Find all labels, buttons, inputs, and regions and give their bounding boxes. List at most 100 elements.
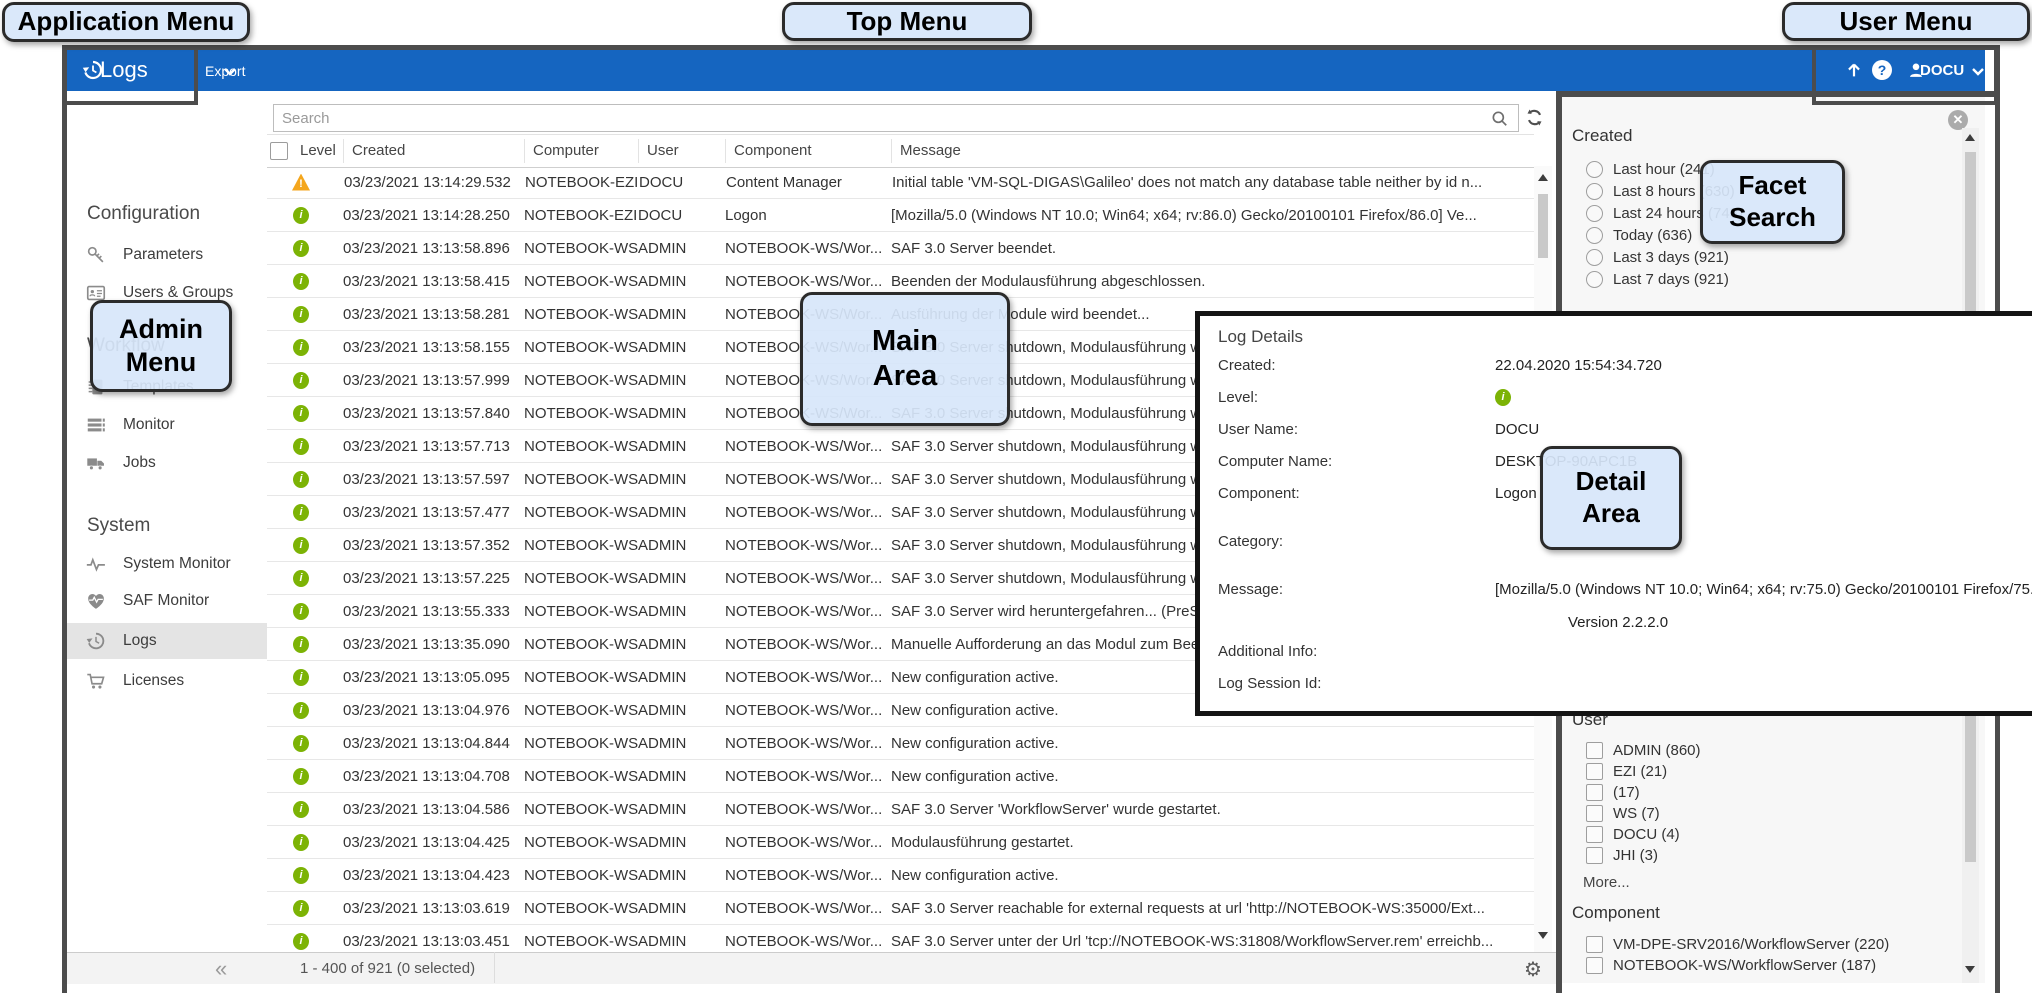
cell-computer: NOTEBOOK-EZI (524, 207, 638, 224)
table-row[interactable]: 03/23/2021 13:13:04.844 NOTEBOOK-WS ADMI… (267, 727, 1534, 760)
log-details-title: Log Details (1218, 327, 1303, 347)
refresh-icon[interactable] (1523, 106, 1546, 129)
scrollbar-thumb[interactable] (1538, 194, 1548, 258)
facet-option[interactable]: WS (7) (1578, 803, 1908, 824)
cell-computer: NOTEBOOK-EZI (525, 174, 639, 191)
level-icon (293, 702, 309, 719)
table-row[interactable]: 03/23/2021 13:13:04.423 NOTEBOOK-WS ADMI… (267, 859, 1534, 892)
checkbox-icon[interactable] (1586, 742, 1603, 759)
facet-option[interactable]: DOCU (4) (1578, 824, 1908, 845)
facet-option[interactable]: Last 3 days (921) (1578, 246, 1908, 268)
gear-icon[interactable]: ⚙ (1524, 957, 1542, 982)
cell-user: ADMIN (638, 504, 725, 521)
facet-option[interactable]: JHI (3) (1578, 845, 1908, 866)
sidebar-item-logs[interactable]: Logs (67, 623, 285, 659)
help-icon[interactable]: ? (1872, 60, 1892, 80)
table-row[interactable]: 03/23/2021 13:13:58.896 NOTEBOOK-WS ADMI… (267, 232, 1534, 265)
checkbox-icon[interactable] (1586, 805, 1603, 822)
sidebar-item-parameters[interactable]: Parameters (85, 237, 263, 273)
select-all-checkbox[interactable] (270, 142, 288, 160)
facet-option[interactable]: VM-DPE-SRV2016/WorkflowServer (220) (1578, 934, 1958, 955)
column-header-computer[interactable]: Computer (525, 139, 639, 163)
cell-computer: NOTEBOOK-WS (524, 504, 638, 521)
cell-created: 03/23/2021 13:13:58.415 (343, 273, 524, 290)
table-row[interactable]: 03/23/2021 13:13:04.586 NOTEBOOK-WS ADMI… (267, 793, 1534, 826)
column-header-component[interactable]: Component (726, 139, 892, 163)
cell-component: NOTEBOOK-WS/Wor... (725, 273, 891, 290)
radio-button-icon[interactable] (1586, 161, 1603, 178)
facet-option[interactable]: NOTEBOOK-WS/WorkflowServer (187) (1578, 955, 1958, 976)
annotation-main-area: Main Area (800, 292, 1010, 426)
cell-computer: NOTEBOOK-WS (524, 372, 638, 389)
checkbox-icon[interactable] (1586, 936, 1603, 953)
facet-option[interactable]: EZI (21) (1578, 761, 1908, 782)
radio-button-icon[interactable] (1586, 183, 1603, 200)
radio-button-icon[interactable] (1586, 271, 1603, 288)
cell-created: 03/23/2021 13:13:35.090 (343, 636, 524, 653)
cell-created: 03/23/2021 13:13:57.713 (343, 438, 524, 455)
app-menu-title[interactable]: Logs (100, 57, 148, 83)
cell-created: 03/23/2021 13:13:04.708 (343, 768, 524, 785)
more-link[interactable]: More... (1583, 874, 1630, 891)
radio-button-icon[interactable] (1586, 249, 1603, 266)
search-icon[interactable] (1490, 109, 1510, 129)
field-value: Logon (1495, 485, 1537, 502)
upload-arrow-icon[interactable] (1843, 59, 1865, 81)
scroll-up-icon[interactable] (1965, 134, 1975, 141)
table-row[interactable]: 03/23/2021 13:13:04.425 NOTEBOOK-WS ADMI… (267, 826, 1534, 859)
facet-component-options[interactable]: VM-DPE-SRV2016/WorkflowServer (220) NOTE… (1578, 934, 1958, 976)
cell-component: NOTEBOOK-WS/Wor... (725, 834, 891, 851)
cell-component: Content Manager (726, 174, 892, 191)
sidebar-item-monitor[interactable]: Monitor (85, 407, 263, 443)
table-row[interactable]: 03/23/2021 13:14:28.250 NOTEBOOK-EZI DOC… (267, 199, 1534, 232)
table-footer: 1 - 400 of 921 (0 selected) (267, 952, 1556, 984)
sidebar-item-licenses[interactable]: Licenses (85, 663, 263, 699)
user-menu-label[interactable]: DOCU (1920, 62, 1964, 79)
level-icon (293, 834, 309, 851)
column-header-user[interactable]: User (639, 139, 726, 163)
collapse-sidebar-button[interactable]: « (215, 956, 227, 982)
checkbox-icon[interactable] (1586, 957, 1603, 974)
column-header-level[interactable]: Level (292, 139, 344, 163)
facet-option[interactable]: ADMIN (860) (1578, 740, 1908, 761)
menu-item-export[interactable]: Export (205, 63, 245, 79)
chevron-down-icon[interactable] (1970, 66, 1986, 78)
checkbox-icon[interactable] (1586, 826, 1603, 843)
table-header: Level Created Computer User Component Me… (267, 134, 1534, 168)
close-icon[interactable]: ✕ (1948, 110, 1968, 130)
cell-message: Modulausführung gestartet. (891, 834, 1534, 851)
scroll-down-icon[interactable] (1965, 966, 1975, 973)
checkbox-icon[interactable] (1586, 763, 1603, 780)
column-header-created[interactable]: Created (344, 139, 525, 163)
checkbox-icon[interactable] (1586, 847, 1603, 864)
cell-created: 03/23/2021 13:13:57.597 (343, 471, 524, 488)
facet-title-component: Component (1572, 903, 1660, 923)
cell-created: 03/23/2021 13:13:04.425 (343, 834, 524, 851)
facet-option[interactable]: Last 7 days (921) (1578, 268, 1908, 290)
table-row[interactable]: 03/23/2021 13:13:04.708 NOTEBOOK-WS ADMI… (267, 760, 1534, 793)
facet-user-options[interactable]: ADMIN (860) EZI (21) (17) WS (7) DOCU (4… (1578, 740, 1908, 866)
cart-icon (85, 670, 107, 692)
field-value-line2: Version 2.2.2.0 (1568, 614, 1668, 631)
sidebar-item-saf-monitor[interactable]: SAF Monitor (85, 583, 263, 619)
facet-option[interactable]: (17) (1578, 782, 1908, 803)
search-input[interactable] (273, 104, 1519, 132)
scroll-up-icon[interactable] (1538, 174, 1548, 181)
sidebar-section-system: System (87, 515, 150, 537)
table-row[interactable]: 03/23/2021 13:13:03.451 NOTEBOOK-WS ADMI… (267, 925, 1534, 952)
sidebar-item-jobs[interactable]: Jobs (85, 445, 263, 481)
level-icon (293, 867, 309, 884)
cell-user: ADMIN (638, 702, 725, 719)
cell-user: ADMIN (638, 603, 725, 620)
radio-button-icon[interactable] (1586, 205, 1603, 222)
scroll-down-icon[interactable] (1538, 932, 1548, 939)
cell-component: NOTEBOOK-WS/Wor... (725, 570, 891, 587)
column-header-message[interactable]: Message (892, 139, 1534, 163)
table-row[interactable]: 03/23/2021 13:13:03.619 NOTEBOOK-WS ADMI… (267, 892, 1534, 925)
cell-computer: NOTEBOOK-WS (524, 405, 638, 422)
radio-button-icon[interactable] (1586, 227, 1603, 244)
sidebar-item-system-monitor[interactable]: System Monitor (85, 546, 263, 582)
table-row[interactable]: 03/23/2021 13:14:29.532 NOTEBOOK-EZI DOC… (267, 166, 1534, 199)
checkbox-icon[interactable] (1586, 784, 1603, 801)
annotation-admin-menu: Admin Menu (90, 300, 232, 392)
